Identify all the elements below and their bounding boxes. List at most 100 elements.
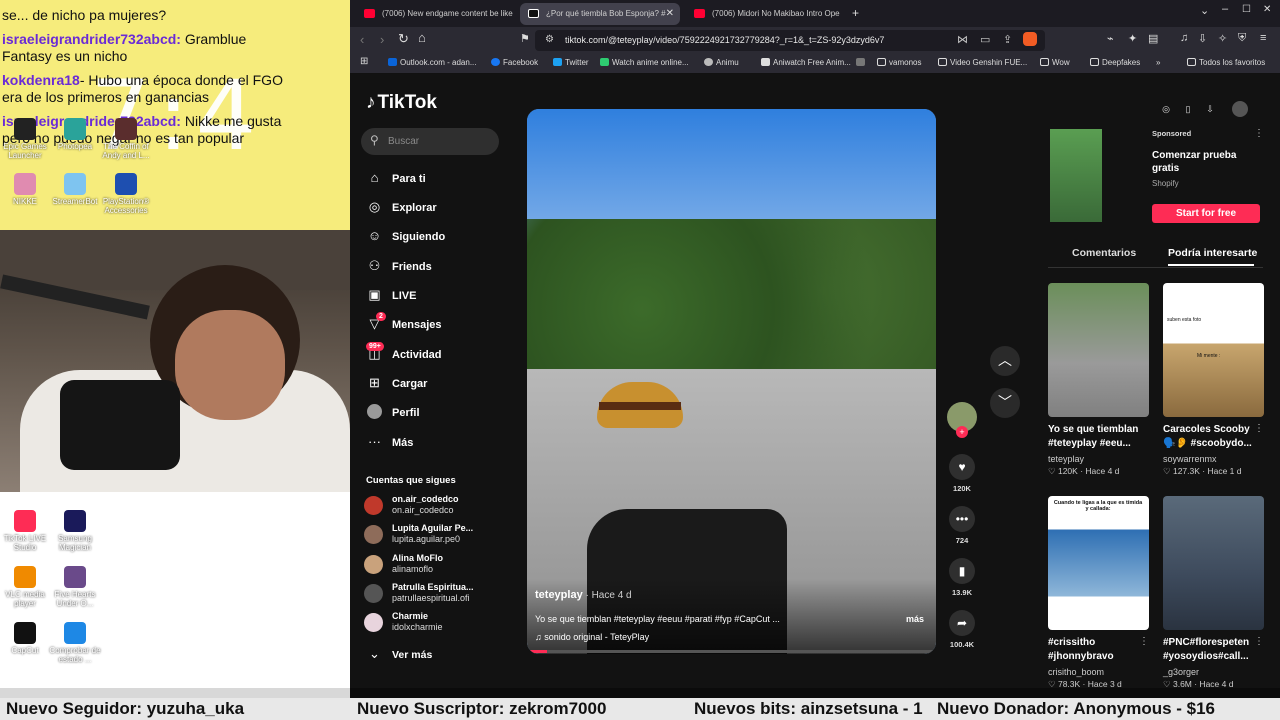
suggested-video-card[interactable]: Yo se que tiemblan #teteyplay #eeu... te… [1048,283,1149,477]
ad-cta-button[interactable]: Start for free [1152,204,1260,223]
suggested-video-card[interactable]: Cuando te ligas a la que es tímida y cal… [1048,496,1149,688]
nav-mas[interactable]: ··· Más [367,434,413,454]
bookmark-item[interactable]: Twitter [553,58,589,67]
bookmark-item[interactable]: Outlook.com - adan... [388,58,476,67]
tab-tiktok-active[interactable]: ¿Por qué tiembla Bob Esponja? # ✕ [520,3,680,25]
phone-icon[interactable]: ▯ [1180,101,1196,117]
reload-icon[interactable]: ↻ [398,31,409,47]
bookmark-folder[interactable]: vamonos [877,58,921,67]
ad-thumbnail[interactable] [1050,129,1102,222]
bookmarks-bar: ⊞ Outlook.com - adan... Facebook Twitter… [350,54,1280,74]
nav-explorar[interactable]: ◎ Explorar [367,199,437,219]
close-tab-icon[interactable]: ✕ [666,8,674,19]
ad-more-icon[interactable]: ⋮ [1254,128,1264,139]
previous-video-button[interactable]: ︿ [990,346,1020,376]
suggested-video-card[interactable]: ⋮ #PNC#florespeten #yosoydios#call... _g… [1163,496,1264,688]
video-progress-fill [527,650,548,653]
comment-button[interactable]: ••• 724 [947,506,977,545]
navigation-bar: ‹ › ↻ ⌂ ⚑ ⚙ tiktok.com/@teteyplay/video/… [350,27,1280,54]
forward-icon[interactable]: › [380,32,384,47]
following-account[interactable]: Lupita Aguilar Pe... lupita.aguilar.pe0 [364,523,494,549]
card-more-icon[interactable]: ⋮ [1254,636,1264,647]
suggested-video-card[interactable]: suben esta foto Mi mente : ⋮ Caracoles S… [1163,283,1264,477]
tiktok-logo[interactable]: ♪ TikTok [366,92,437,114]
new-tab-icon[interactable]: + [852,6,859,20]
nav-friends[interactable]: ⚇ Friends [367,258,432,278]
user-avatar[interactable] [1232,101,1248,117]
share-icon[interactable]: ⇪ [1003,33,1012,46]
nav-siguiendo[interactable]: ☺ Siguiendo [367,228,445,248]
chevron-up-icon: ︿ [998,352,1012,368]
following-account[interactable]: on.air_codedco on.air_codedco [364,494,494,520]
desktop-icon[interactable]: PlayStation® Accessories [95,173,157,215]
menu-icon[interactable]: ≡ [1260,32,1266,44]
close-window-icon[interactable]: ✕ [1263,4,1271,15]
desktop-icon[interactable]: Five Hearts Under O... [44,566,106,608]
video-progress[interactable] [527,650,936,653]
desktop-icon[interactable]: Comprobar de estado ... [44,622,106,664]
bookmark-icon[interactable]: ⚑ [520,32,530,45]
maximize-icon[interactable]: ☐ [1242,4,1251,15]
music-icon[interactable]: ♫ [1180,32,1188,44]
bookmark-item[interactable]: Aniwatch Free Anim... [761,58,851,67]
desktop-icon[interactable]: The Coffin of Andy and L... [95,118,157,160]
tab-comentarios[interactable]: Comentarios [1072,247,1136,259]
search-input[interactable]: ⚲ Buscar [361,128,499,155]
downloads-icon[interactable]: ⇩ [1198,32,1207,45]
video-author[interactable]: teteyplay · Hace 4 d [535,589,632,601]
bookmark-folder[interactable]: Deepfakes [1090,58,1140,67]
more-bookmarks-icon[interactable]: » [1156,58,1160,67]
tab-list-icon[interactable]: ⌄ [1200,4,1209,17]
tab-youtube-1[interactable]: (7006) New endgame content be like [356,3,514,25]
nav-live[interactable]: ▣ LIVE [367,287,416,307]
sidebar-icon[interactable]: ▤ [1148,32,1158,45]
compass-small-icon[interactable]: ◎ [1158,101,1174,117]
nav-perfil[interactable]: Perfil [367,404,420,424]
bookmark-item[interactable] [856,58,868,67]
bookmark-folder[interactable]: Wow [1040,58,1070,67]
reader-icon[interactable]: ⋈ [957,33,968,46]
card-more-icon[interactable]: ⋮ [1139,636,1149,647]
home-browser-icon[interactable]: ⌂ [418,30,426,45]
following-account[interactable]: Patrulla Espiritua... patrullaespiritual.… [364,582,494,608]
bookmark-folder[interactable]: Video Genshin FUE... [938,58,1027,67]
puzzle-icon[interactable]: ✦ [1128,32,1137,45]
bookmark-item[interactable]: Facebook [491,58,538,67]
see-more-following[interactable]: ⌄ Ver más [367,646,432,666]
download-icon[interactable]: ⇩ [1202,101,1218,117]
brave-shield-icon[interactable] [1023,32,1037,46]
following-account[interactable]: Alina MoFlo alinamoflo [364,553,494,579]
bookmark-folder-all[interactable]: Todos los favoritos [1187,58,1265,67]
search-icon: ⚲ [370,133,379,147]
chat-line: Fantasy es un nicho [2,48,128,64]
bookmark-item[interactable]: Watch anime online... [600,58,689,67]
divider [1048,267,1263,268]
site-info-icon[interactable]: ⚙ [545,34,554,45]
desktop-icon[interactable]: Samsung Magician [44,510,106,552]
video-sound[interactable]: ♫ sonido original - TeteyPlay [535,632,649,642]
save-button[interactable]: ▮ 13.9K [947,558,977,597]
url-bar[interactable]: ⚙ tiktok.com/@teteyplay/video/7592224921… [535,30,1045,51]
like-button[interactable]: ♥ 120K [947,454,977,493]
card-more-icon[interactable]: ⋮ [1254,423,1264,434]
leo-icon[interactable]: ✧ [1218,32,1227,45]
following-account[interactable]: Charmie idolxcharmie [364,611,494,637]
video-more-link[interactable]: más [906,614,924,624]
video-player[interactable]: teteyplay · Hace 4 d Yo se que tiemblan … [527,109,936,654]
cast-icon[interactable]: ▭ [980,33,990,46]
back-icon[interactable]: ‹ [360,32,364,47]
tab-youtube-2[interactable]: (7006) Midori No Makibao Intro Ope [686,3,846,25]
nav-cargar[interactable]: ⊞ Cargar [367,375,427,395]
home-icon: ⌂ [370,170,379,185]
nav-para-ti[interactable]: ⌂ Para ti [367,170,426,190]
creator-avatar-button[interactable]: + [947,402,977,438]
minimize-icon[interactable]: – [1222,3,1228,15]
follow-plus-icon[interactable]: + [956,426,968,438]
share-button[interactable]: ➦ 100.4K [947,610,977,649]
extension-icon[interactable]: ⌁ [1107,32,1114,45]
tab-podria-interesarte[interactable]: Podría interesarte [1168,247,1257,259]
vpn-icon[interactable]: ⛨ [1238,32,1246,45]
next-video-button[interactable]: ﹀ [990,388,1020,418]
bookmark-item[interactable]: Animu [704,58,739,67]
apps-grid-icon[interactable]: ⊞ [360,56,368,67]
